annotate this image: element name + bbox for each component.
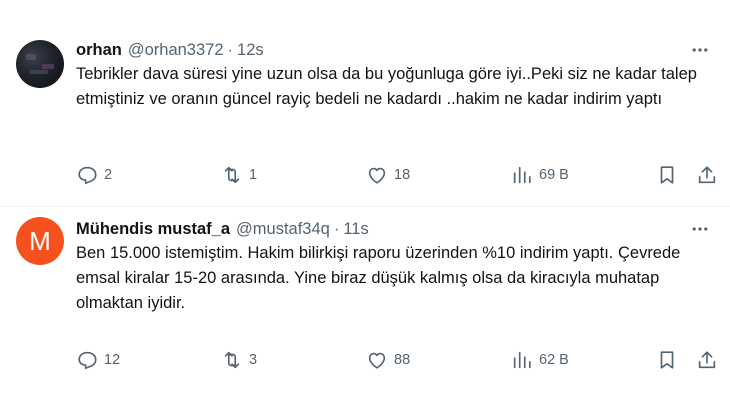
tweet-text: Tebrikler dava süresi yine uzun olsa da … xyxy=(76,65,697,108)
repost-count: 3 xyxy=(249,352,258,368)
share-button[interactable] xyxy=(696,164,718,186)
author-name[interactable]: orhan xyxy=(76,41,122,60)
avatar[interactable]: M xyxy=(16,217,64,265)
like-button[interactable]: 88 xyxy=(366,349,410,371)
author-handle[interactable]: @mustaf34q xyxy=(236,220,330,239)
repost-icon xyxy=(221,349,243,371)
heart-icon xyxy=(366,349,388,371)
like-count: 88 xyxy=(394,352,411,368)
tweet-header: orhan @orhan3372 · 12s xyxy=(76,38,714,62)
more-horizontal-icon[interactable] xyxy=(686,217,714,241)
bookmark-button[interactable] xyxy=(656,164,678,186)
like-count: 18 xyxy=(394,167,411,183)
views-chart-icon xyxy=(511,164,533,186)
views-count: 69 B xyxy=(539,167,569,183)
tweet-actions: 12 3 88 62 B xyxy=(76,348,716,372)
reply-button[interactable]: 12 xyxy=(76,349,120,371)
tweet-content: Mühendis mustaf_a @mustaf34q · 11s Ben 1… xyxy=(76,217,716,370)
like-button[interactable]: 18 xyxy=(366,164,410,186)
bookmark-icon xyxy=(656,164,678,186)
tweet-header: Mühendis mustaf_a @mustaf34q · 11s xyxy=(76,217,714,241)
tweet-text: Ben 15.000 istemiştim. Hakim bilirkişi r… xyxy=(76,244,681,312)
bookmark-icon xyxy=(656,349,678,371)
avatar[interactable] xyxy=(16,40,64,88)
tweet[interactable]: orhan @orhan3372 · 12s Tebrikler dava sü… xyxy=(0,0,730,207)
views-chart-icon xyxy=(511,349,533,371)
reply-button[interactable]: 2 xyxy=(76,164,112,186)
share-button[interactable] xyxy=(696,349,718,371)
timestamp[interactable]: 12s xyxy=(237,41,264,60)
views-button[interactable]: 69 B xyxy=(511,164,569,186)
author-handle[interactable]: @orhan3372 xyxy=(128,41,224,60)
repost-button[interactable]: 3 xyxy=(221,349,257,371)
share-icon xyxy=(696,164,718,186)
repost-count: 1 xyxy=(249,167,258,183)
author-name[interactable]: Mühendis mustaf_a xyxy=(76,220,230,239)
reply-icon xyxy=(76,164,98,186)
repost-icon xyxy=(221,164,243,186)
repost-button[interactable]: 1 xyxy=(221,164,257,186)
more-horizontal-icon[interactable] xyxy=(686,38,714,62)
separator-dot: · xyxy=(333,219,340,238)
tweet-actions: 2 1 18 69 B xyxy=(76,163,716,187)
reply-count: 12 xyxy=(104,352,121,368)
views-button[interactable]: 62 B xyxy=(511,349,569,371)
separator-dot: · xyxy=(227,40,234,59)
share-icon xyxy=(696,349,718,371)
bookmark-button[interactable] xyxy=(656,349,678,371)
reply-count: 2 xyxy=(104,167,113,183)
heart-icon xyxy=(366,164,388,186)
timeline: orhan @orhan3372 · 12s Tebrikler dava sü… xyxy=(0,0,730,420)
views-count: 62 B xyxy=(539,352,569,368)
avatar-letter: M xyxy=(29,225,51,256)
timestamp[interactable]: 11s xyxy=(343,220,368,239)
reply-icon xyxy=(76,349,98,371)
tweet[interactable]: M Mühendis mustaf_a @mustaf34q · 11s Ben… xyxy=(0,207,730,420)
tweet-content: orhan @orhan3372 · 12s Tebrikler dava sü… xyxy=(76,38,716,185)
